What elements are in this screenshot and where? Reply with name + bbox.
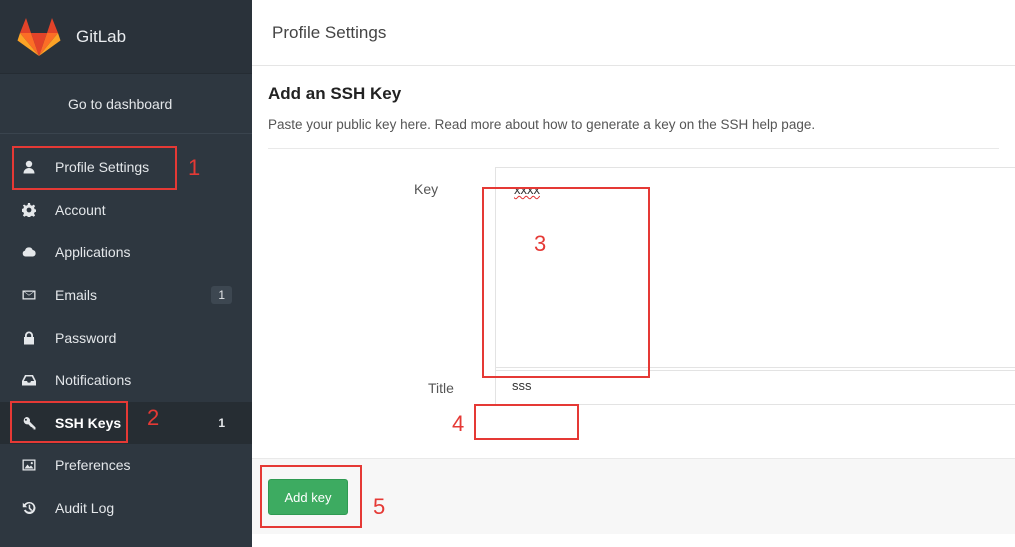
go-to-dashboard-link[interactable]: Go to dashboard: [0, 74, 252, 134]
cloud-icon: [21, 244, 37, 260]
annotation-number-3: 3: [534, 231, 547, 256]
annotation-number-1: 1: [188, 155, 201, 180]
sidebar-item-emails[interactable]: Emails 1: [0, 274, 252, 317]
sidebar-item-label: Password: [55, 329, 117, 346]
form-heading: Add an SSH Key: [268, 84, 402, 103]
key-label: Key: [414, 181, 439, 197]
title-label: Title: [428, 380, 454, 396]
annotation-number-4: 4: [452, 411, 465, 436]
sidebar-item-preferences[interactable]: Preferences: [0, 444, 252, 487]
sidebar-nav: Profile Settings Account Applications Em…: [0, 146, 252, 529]
inbox-icon: [21, 372, 37, 388]
annotation-box-5: [260, 465, 362, 528]
sidebar-item-applications[interactable]: Applications: [0, 231, 252, 274]
gear-icon: [21, 202, 37, 218]
sidebar-item-label: Emails: [55, 287, 98, 304]
emails-count-badge: 1: [211, 286, 232, 305]
page-header: Profile Settings: [252, 0, 1015, 66]
annotation-number-5: 5: [373, 494, 386, 519]
sidebar-item-label: Account: [55, 201, 106, 218]
gitlab-logo-icon[interactable]: [16, 14, 62, 60]
history-icon: [21, 500, 37, 516]
form-description: Paste your public key here. Read more ab…: [268, 117, 999, 149]
annotation-box-1: [12, 146, 177, 190]
image-icon: [21, 457, 37, 473]
sidebar-item-account[interactable]: Account: [0, 189, 252, 232]
sidebar: GitLab Go to dashboard Profile Settings …: [0, 0, 252, 547]
sidebar-item-password[interactable]: Password: [0, 316, 252, 359]
sidebar-item-label: Preferences: [55, 457, 131, 474]
envelope-icon: [21, 287, 37, 303]
sidebar-item-label: Audit Log: [55, 500, 115, 517]
annotation-number-2: 2: [147, 405, 160, 430]
page-title: Profile Settings: [272, 22, 387, 42]
annotation-box-3: [482, 187, 650, 378]
app-title[interactable]: GitLab: [76, 27, 126, 47]
sidebar-item-audit-log[interactable]: Audit Log: [0, 487, 252, 530]
lock-icon: [21, 330, 37, 346]
ssh-keys-count-badge: 1: [218, 415, 225, 430]
sidebar-item-label: Applications: [55, 244, 131, 261]
annotation-box-2: [10, 401, 128, 443]
sidebar-item-notifications[interactable]: Notifications: [0, 359, 252, 402]
form-actions: Add key: [252, 458, 1015, 534]
logo-row: GitLab: [0, 0, 252, 74]
annotation-box-4: [474, 404, 579, 440]
sidebar-item-label: Notifications: [55, 372, 132, 389]
